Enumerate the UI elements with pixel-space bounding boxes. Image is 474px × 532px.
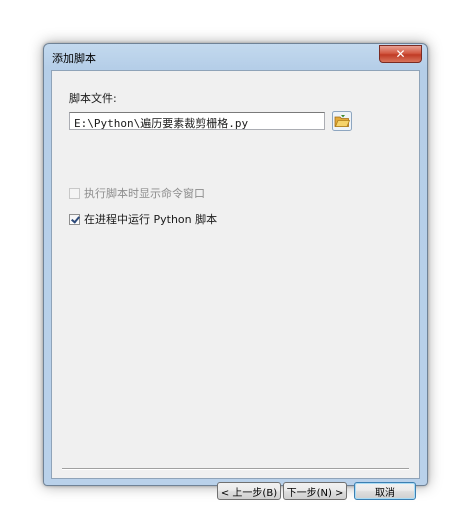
cancel-button[interactable]: 取消 (354, 482, 416, 500)
dialog-body: 脚本文件: E:\Python\遍历要素裁剪栅格.py 执行脚本时显示命令窗口 … (51, 70, 420, 500)
browse-button[interactable] (332, 111, 352, 131)
show-cmd-window-option[interactable]: 执行脚本时显示命令窗口 (69, 185, 205, 201)
window-title: 添加脚本 (52, 52, 96, 65)
show-cmd-window-label: 执行脚本时显示命令窗口 (84, 187, 205, 200)
folder-open-icon (332, 111, 352, 131)
script-file-label: 脚本文件: (69, 92, 117, 105)
script-path-input[interactable]: E:\Python\遍历要素裁剪栅格.py (69, 112, 325, 130)
run-in-process-checkbox[interactable] (69, 213, 80, 225)
show-cmd-window-checkbox[interactable] (69, 187, 80, 199)
run-in-process-label: 在进程中运行 Python 脚本 (84, 213, 218, 226)
next-button[interactable]: 下一步(N) > (283, 482, 347, 500)
footer-divider (62, 468, 409, 470)
back-button[interactable]: < 上一步(B) (217, 482, 281, 500)
close-button[interactable]: ✕ (379, 45, 422, 63)
run-in-process-option[interactable]: 在进程中运行 Python 脚本 (69, 211, 217, 227)
add-script-dialog: 添加脚本 ✕ 脚本文件: E:\Python\遍历要素裁剪栅格.py 执行脚本时… (43, 43, 428, 500)
close-icon: ✕ (395, 47, 406, 61)
title-bar[interactable]: 添加脚本 ✕ (44, 44, 427, 71)
